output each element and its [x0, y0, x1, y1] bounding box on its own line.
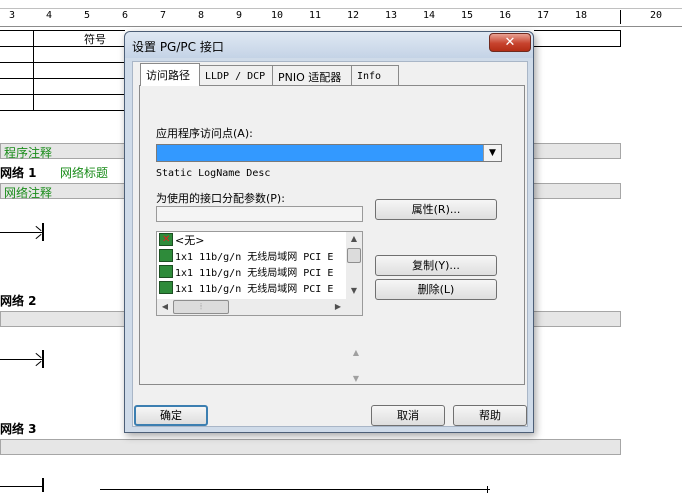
none-adapter-icon [159, 232, 173, 248]
list-item-label: 1x1 11b/g/n 无线局域网 PCI E [175, 252, 334, 263]
list-item-label: 1x1 11b/g/n 无线局域网 PCI E [175, 284, 334, 295]
symbol-column-header: 符号 [84, 33, 106, 46]
list-item[interactable]: <无> [159, 232, 205, 249]
ruler-number: 18 [575, 10, 588, 21]
tab-info[interactable]: Info [351, 65, 399, 85]
chevron-down-icon[interactable]: ▼ [483, 145, 501, 161]
properties-button[interactable]: 属性(R)... [375, 199, 497, 220]
tab-label: 访问路径 [146, 69, 190, 82]
tab-lldp-dcp[interactable]: LLDP / DCP [199, 65, 273, 85]
network-3-title: 网络 3 [0, 422, 37, 436]
list-item[interactable]: 1x1 11b/g/n 无线局域网 PCI E [159, 249, 333, 265]
ruler-end-marker [620, 10, 621, 24]
bottom-divider [100, 489, 490, 490]
scroll-up-icon: ▲ [352, 348, 360, 357]
ruler-number: 7 [160, 10, 167, 21]
tab-label: PNIO 适配器 [278, 71, 342, 84]
copy-button-label: 复制(Y)... [412, 259, 460, 272]
list-item-label: <无> [175, 234, 205, 247]
help-button-label: 帮助 [479, 409, 501, 422]
network-1-comment-label: 网络注释 [4, 186, 53, 200]
tab-label: Info [357, 71, 382, 82]
ruler-number: 4 [46, 10, 53, 21]
interface-param-field[interactable] [156, 206, 363, 222]
list-item-label: 1x1 11b/g/n 无线局域网 PCI E [175, 268, 334, 279]
network-2-title: 网络 2 [0, 294, 37, 308]
ruler-number: 5 [84, 10, 91, 21]
access-point-combobox[interactable]: ▼ [156, 144, 502, 162]
ruler-number: 14 [423, 10, 436, 21]
close-icon: ✕ [504, 35, 516, 50]
scroll-right-icon[interactable]: ▶ [330, 299, 346, 315]
access-path-panel: 应用程序访问点(A): ▼ Static LogName Desc 为使用的接口… [139, 85, 525, 385]
network-adapter-icon [159, 249, 173, 262]
delete-button[interactable]: 删除(L) [375, 279, 497, 300]
disabled-scrollbar: ▲ ▼ [350, 346, 362, 386]
ruler-number: 13 [385, 10, 398, 21]
ruler-number: 10 [271, 10, 284, 21]
list-item[interactable]: 1x1 11b/g/n 无线局域网 PCI E [159, 265, 333, 281]
ruler-number: 8 [198, 10, 205, 21]
ok-button[interactable]: 确定 [134, 405, 208, 426]
bottom-divider-tick [487, 486, 488, 493]
access-point-description: Static LogName Desc [156, 168, 271, 179]
ruler-number: 3 [9, 10, 16, 21]
help-button[interactable]: 帮助 [453, 405, 527, 426]
tab-pnio-adapter[interactable]: PNIO 适配器 [272, 65, 352, 85]
tab-label: LLDP / DCP [205, 71, 266, 82]
interface-param-label: 为使用的接口分配参数(P): [156, 192, 285, 205]
scroll-down-icon[interactable]: ▼ [346, 284, 362, 298]
ruler-number: 15 [461, 10, 474, 21]
scroll-down-icon: ▼ [352, 374, 360, 383]
dialog-client-area: 访问路径 LLDP / DCP PNIO 适配器 Info 应用程序访问点(A)… [132, 61, 528, 427]
network-3-comment-bar[interactable] [0, 439, 621, 455]
ruler-number: 11 [309, 10, 322, 21]
network-1-title-label[interactable]: 网络标题 [60, 164, 108, 181]
scroll-up-icon[interactable]: ▲ [346, 232, 362, 246]
program-comment-label: 程序注释 [4, 146, 53, 160]
ruler-number: 12 [347, 10, 360, 21]
delete-button-label: 删除(L) [417, 283, 455, 296]
scroll-left-icon[interactable]: ◀ [157, 299, 173, 315]
ruler: 3 4 5 6 7 8 9 10 11 12 13 14 15 16 17 18… [0, 0, 682, 27]
copy-button[interactable]: 复制(Y)... [375, 255, 497, 276]
access-point-label: 应用程序访问点(A): [156, 127, 253, 140]
cancel-button-label: 取消 [397, 409, 419, 422]
dialog-title: 设置 PG/PC 接口 [132, 40, 224, 54]
dialog-titlebar[interactable]: 设置 PG/PC 接口 ✕ [125, 32, 533, 58]
network-1-title: 网络 1 [0, 166, 37, 180]
horizontal-scroll-thumb[interactable]: ⦙ [173, 300, 229, 314]
vertical-scroll-thumb[interactable] [347, 248, 361, 263]
list-item[interactable]: 1x1 11b/g/n 无线局域网 PCI E [159, 281, 333, 297]
ruler-number: 9 [236, 10, 243, 21]
ruler-number: 17 [537, 10, 550, 21]
ruler-number: 20 [650, 10, 663, 21]
ruler-number: 6 [122, 10, 129, 21]
set-pg-pc-interface-dialog: 设置 PG/PC 接口 ✕ 访问路径 LLDP / DCP PNIO 适配器 I… [124, 31, 534, 433]
list-vertical-scrollbar[interactable]: ▲ ▼ [346, 232, 362, 299]
ok-button-label: 确定 [160, 409, 182, 422]
list-horizontal-scrollbar[interactable]: ◀ ⦙ ▶ [157, 299, 362, 315]
interface-listbox[interactable]: <无> 1x1 11b/g/n 无线局域网 PCI E 1x1 11b/g/n … [156, 231, 363, 316]
network-adapter-icon [159, 265, 173, 278]
ruler-number: 16 [499, 10, 512, 21]
network-adapter-icon [159, 281, 173, 294]
close-button[interactable]: ✕ [489, 33, 531, 52]
tab-access-path[interactable]: 访问路径 [140, 63, 200, 86]
properties-button-label: 属性(R)... [411, 203, 461, 216]
cancel-button[interactable]: 取消 [371, 405, 445, 426]
